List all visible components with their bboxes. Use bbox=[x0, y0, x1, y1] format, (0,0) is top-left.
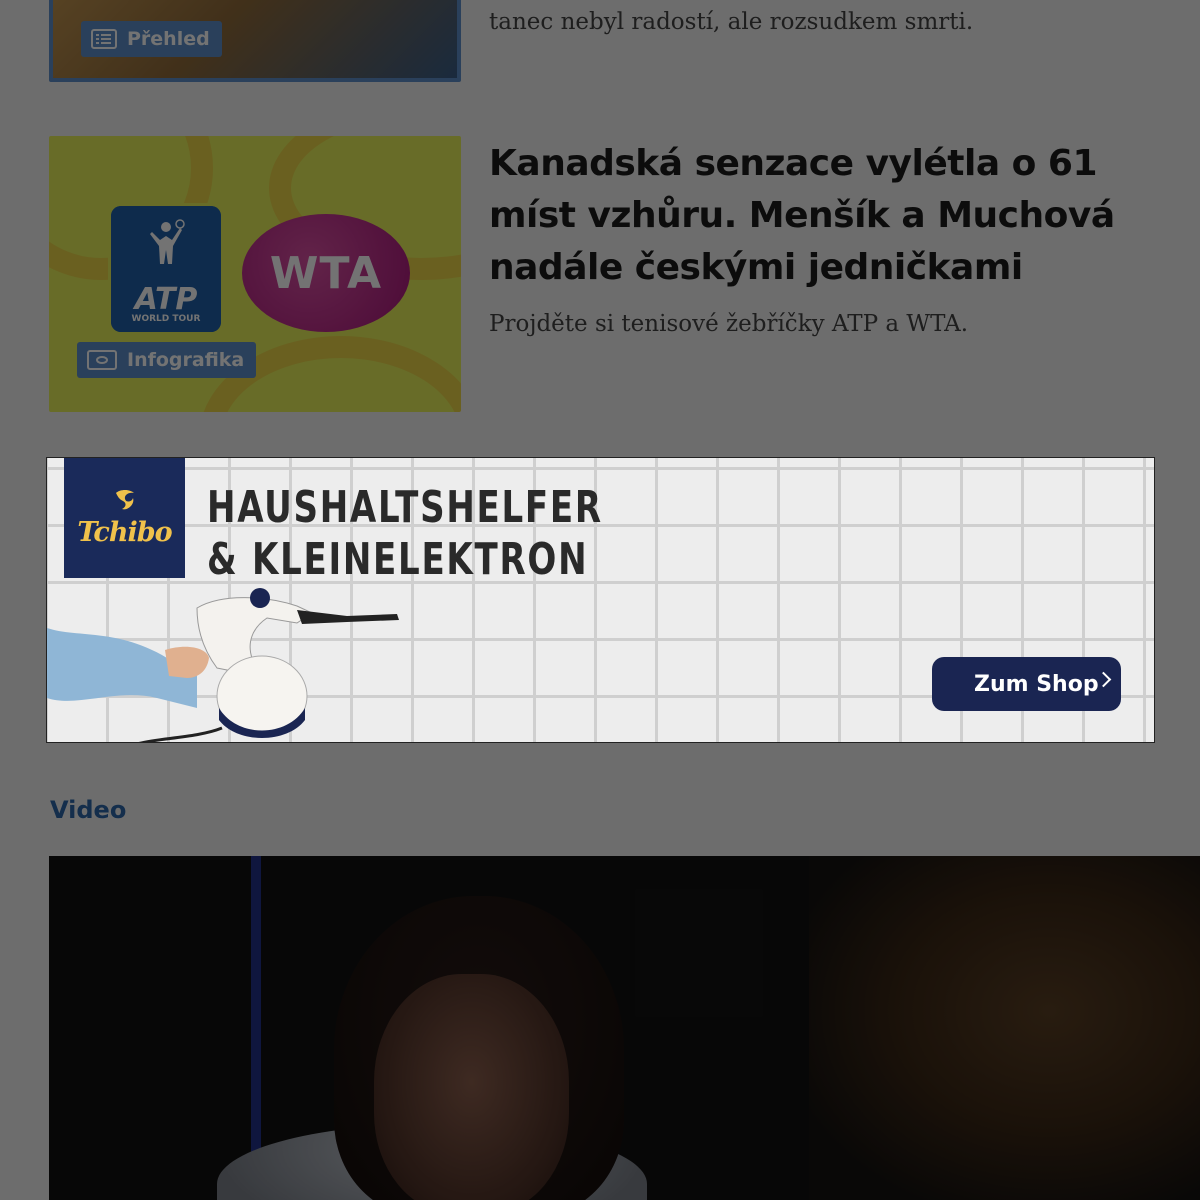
badge-label: Infografika bbox=[127, 349, 245, 371]
video-section-title[interactable]: Video bbox=[50, 796, 126, 824]
video-person-face bbox=[374, 974, 569, 1200]
zum-shop-button[interactable]: Zum Shop bbox=[932, 657, 1121, 711]
article-perex: Projděte si tenisové žebříčky ATP a WTA. bbox=[489, 311, 969, 337]
brand-name: Tchibo bbox=[77, 516, 172, 548]
coffee-cup-icon bbox=[115, 489, 134, 509]
video-player[interactable] bbox=[49, 856, 1200, 1200]
atp-wordmark: ATP bbox=[134, 282, 198, 317]
atp-player-icon bbox=[150, 219, 185, 264]
overview-badge: Přehled bbox=[81, 21, 222, 57]
badge-label: Přehled bbox=[127, 28, 210, 50]
wta-logo: WTA bbox=[242, 214, 410, 332]
eye-icon bbox=[87, 350, 117, 370]
infographic-badge: Infografika bbox=[77, 342, 257, 378]
video-background bbox=[809, 856, 1200, 1200]
article-title[interactable]: Kanadská senzace vylétla o 61 míst vzhůr… bbox=[489, 138, 1149, 294]
ad-headline-line2: & KLEINELEKTRON bbox=[207, 534, 589, 585]
atp-logo: ATP WORLD TOUR bbox=[111, 206, 221, 332]
article-thumbnail[interactable]: ATP WORLD TOUR WTA Infografika bbox=[49, 136, 461, 412]
ad-headline: HAUSHALTSHELFER & KLEINELEKTRON bbox=[207, 482, 603, 586]
atp-subtitle: WORLD TOUR bbox=[131, 314, 201, 324]
ad-headline-line1: HAUSHALTSHELFER bbox=[207, 482, 603, 533]
wta-wordmark: WTA bbox=[269, 247, 383, 299]
ad-banner[interactable]: Tchibo HAUSHALTSHELFER & KLEINELEKTRON Z… bbox=[46, 457, 1155, 743]
steam-cleaner-image bbox=[47, 588, 399, 742]
article-card[interactable]: Přehled tanec nebyl radostí, ale rozsudk… bbox=[49, 0, 1179, 82]
tchibo-logo: Tchibo bbox=[64, 458, 185, 578]
cta-label[interactable]: Zum Shop bbox=[974, 672, 1099, 697]
article-card[interactable]: ATP WORLD TOUR WTA Infografika Kanadská … bbox=[49, 136, 1179, 412]
article-thumbnail[interactable]: Přehled bbox=[49, 0, 461, 82]
article-perex: tanec nebyl radostí, ale rozsudkem smrti… bbox=[489, 9, 974, 35]
list-icon bbox=[91, 29, 117, 49]
